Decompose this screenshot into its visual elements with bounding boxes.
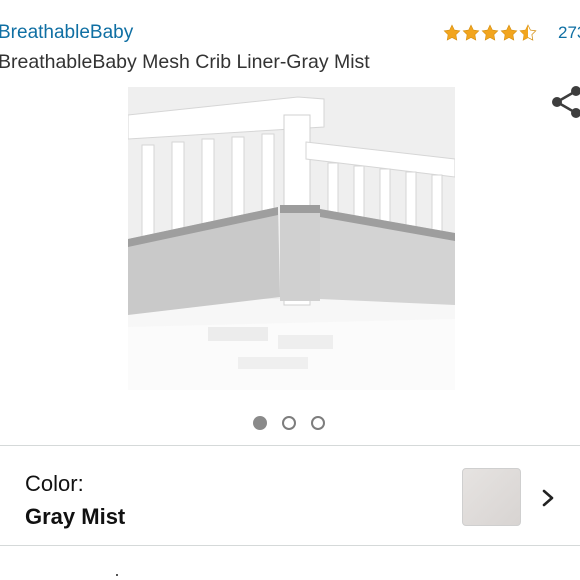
image-carousel-dots [253,416,325,430]
star-icon [500,24,518,41]
color-swatch[interactable] [462,468,521,526]
carousel-dot-2[interactable] [282,416,296,430]
share-icon[interactable] [550,84,580,120]
carousel-dot-1[interactable] [253,416,267,430]
color-selector[interactable]: Color: Gray Mist [0,445,580,546]
color-label: Color: [25,471,84,496]
brand-link[interactable]: BreathableBaby [0,22,133,44]
product-image[interactable] [128,87,455,390]
star-icon [443,24,461,41]
star-icon [481,24,499,41]
color-value: Gray Mist [25,504,126,529]
half-star-icon [519,24,537,41]
chevron-right-icon[interactable] [541,488,555,508]
star-icon [462,24,480,41]
stray-mark [116,574,118,576]
carousel-dot-3[interactable] [311,416,325,430]
star-rating [443,24,537,42]
crib-liner-photo [128,87,455,390]
review-count-link[interactable]: 273 [558,23,580,43]
product-title: BreathableBaby Mesh Crib Liner-Gray Mist [0,51,370,73]
rating-summary[interactable]: 273 [443,22,580,44]
